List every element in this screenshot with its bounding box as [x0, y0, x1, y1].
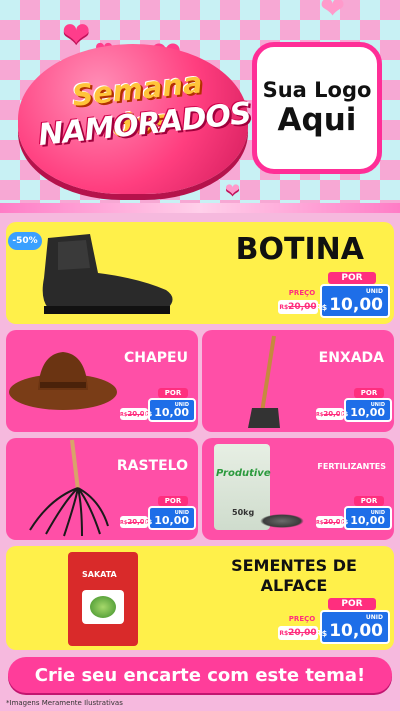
currency: R$ — [339, 519, 349, 526]
currency: R$ — [339, 411, 349, 418]
product-card-rastelo[interactable]: RASTELO POR R$20,00 UNID R$ 10,00 — [6, 438, 198, 540]
hat-image — [9, 352, 117, 410]
product-card-enxada[interactable]: ENXADA POR R$20,00 UNID R$ 10,00 — [202, 330, 394, 432]
seed-brand: SAKATA — [82, 570, 117, 579]
price-block: POR R$20,00 UNID R$ 10,00 — [316, 388, 392, 428]
bag-weight: 50kg — [232, 508, 255, 517]
new-price: UNID R$ 10,00 — [339, 398, 392, 422]
new-price-value: 10,00 — [154, 406, 189, 419]
old-price-value: 20,00 — [288, 302, 317, 312]
old-price: R$20,00 — [278, 300, 318, 314]
old-price-value: 20,00 — [288, 628, 317, 638]
product-card-sementes[interactable]: SEMENTES DE ALFACE SAKATA POR PREÇO R$20… — [6, 546, 394, 650]
rake-image — [29, 439, 109, 537]
new-price-value-wrap: R$ 10,00 — [339, 514, 385, 527]
unit-label: UNID — [365, 288, 383, 295]
bag-brand: Produtive — [216, 468, 271, 479]
new-price-value: 10,00 — [329, 295, 383, 315]
currency: R$ — [315, 303, 328, 312]
currency: R$ — [143, 519, 153, 526]
header-banner: ❤ ❤ ❤ ❤ ❤ ❤ Semana dos NAMORADOS ✿ Sua L… — [0, 0, 400, 213]
heart-icon: ❤ — [62, 15, 91, 55]
new-price-label: POR — [354, 388, 384, 398]
product-name: CHAPEU — [123, 350, 188, 366]
old-price: R$20,00 — [278, 626, 318, 640]
product-name: BOTINA — [235, 232, 364, 267]
new-price-value-wrap: R$ 10,00 — [143, 514, 189, 527]
new-price-value-wrap: R$ 10,00 — [143, 406, 189, 419]
new-price-label: POR — [158, 388, 188, 398]
product-card-fertilizantes[interactable]: FERTILIZANTES Produtive 50kg POR R$20,00… — [202, 438, 394, 540]
new-price-value-wrap: R$ 10,00 — [339, 406, 385, 419]
product-name: RASTELO — [116, 458, 188, 474]
new-price-label: POR — [354, 496, 384, 506]
lettuce-icon — [82, 590, 124, 624]
price-block: POR R$20,00 UNID R$ 10,00 — [316, 496, 392, 536]
old-price-label: PREÇO — [288, 615, 316, 623]
new-price-value: 10,00 — [154, 514, 189, 527]
product-card-botina[interactable]: BOTINA POR PREÇO R$20,00 UNID R$ 10,00 — [6, 222, 394, 324]
logo-text-line-2: Aqui — [277, 102, 357, 138]
new-price-value: 10,00 — [350, 514, 385, 527]
hoe-image — [248, 335, 280, 428]
discount-badge: -50% — [8, 232, 42, 250]
new-price-value-wrap: R$ 10,00 — [315, 621, 383, 641]
boot-image — [42, 234, 173, 314]
old-price-label: PREÇO — [288, 289, 316, 297]
price-block: POR R$20,00 UNID R$ 10,00 — [120, 388, 196, 428]
logo-text-line-1: Sua Logo — [262, 78, 372, 102]
product-name: FERTILIZANTES — [317, 462, 386, 471]
seed-packet-image: SAKATA — [68, 552, 138, 646]
currency: R$ — [143, 411, 153, 418]
new-price-value-wrap: R$ 10,00 — [315, 295, 383, 315]
new-price: UNID R$ 10,00 — [339, 506, 392, 530]
disclaimer-text: *Imagens Meramente Ilustrativas — [6, 699, 123, 707]
logo-placeholder[interactable]: Sua Logo Aqui — [252, 42, 382, 174]
new-price: UNID R$ 10,00 — [315, 610, 390, 644]
old-price-currency: R$ — [279, 630, 289, 637]
heart-icon: ❤ — [320, 0, 346, 26]
new-price-label: POR — [328, 272, 376, 284]
price-block: POR PREÇO R$20,00 UNID R$ 10,00 — [278, 272, 390, 320]
price-block: POR R$20,00 UNID R$ 10,00 — [120, 496, 196, 536]
new-price: UNID R$ 10,00 — [143, 506, 196, 530]
new-price-value: 10,00 — [350, 406, 385, 419]
new-price-value: 10,00 — [329, 621, 383, 641]
product-name: ENXADA — [318, 350, 384, 366]
price-block: POR PREÇO R$20,00 UNID R$ 10,00 — [278, 598, 390, 646]
fertilizer-granules-image — [260, 514, 304, 528]
new-price: UNID R$ 10,00 — [315, 284, 390, 318]
product-name: SEMENTES DE ALFACE — [231, 556, 357, 595]
cta-button[interactable]: Crie seu encarte com este tema! — [8, 657, 392, 693]
old-price-currency: R$ — [279, 304, 289, 311]
heart-icon: ❤ — [225, 180, 241, 201]
product-card-chapeu[interactable]: CHAPEU POR R$20,00 UNID R$ 10,00 — [6, 330, 198, 432]
new-price: UNID R$ 10,00 — [143, 398, 196, 422]
new-price-label: POR — [328, 598, 376, 610]
new-price-label: POR — [158, 496, 188, 506]
currency: R$ — [315, 629, 328, 638]
unit-label: UNID — [365, 614, 383, 621]
